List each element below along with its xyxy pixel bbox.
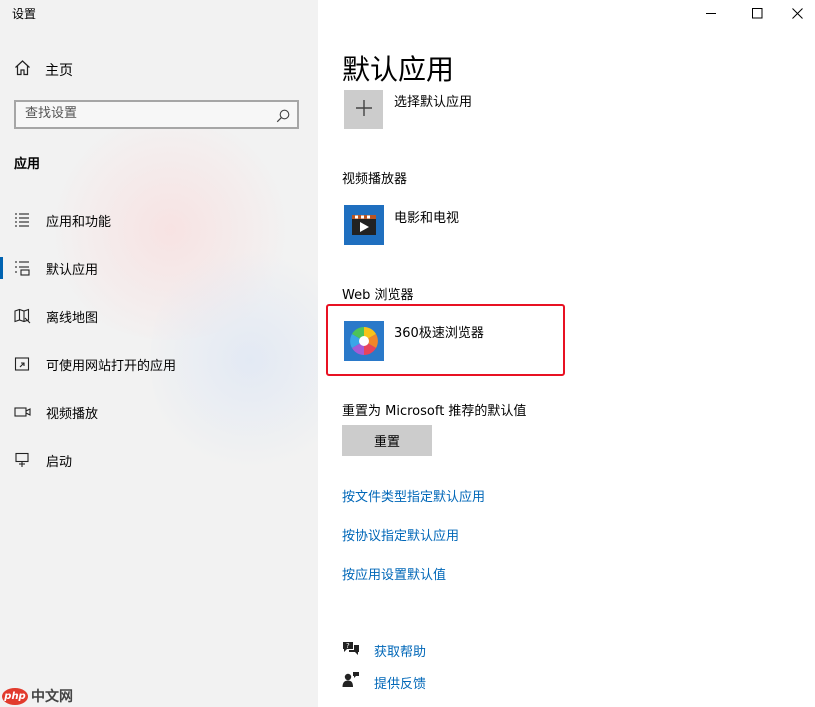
movies-tv-app-button[interactable]	[344, 205, 384, 245]
sidebar-item-startup[interactable]: 启动	[0, 438, 318, 482]
feedback-label[interactable]: 提供反馈	[374, 673, 426, 692]
home-label: 主页	[45, 62, 73, 79]
sidebar-home[interactable]: 主页	[14, 59, 73, 80]
reset-button[interactable]: 重置	[342, 425, 432, 456]
default-apps-icon	[12, 260, 32, 276]
sidebar-item-offline-maps[interactable]: 离线地图	[0, 294, 318, 338]
offline-maps-icon	[12, 308, 32, 324]
plus-icon	[355, 99, 373, 121]
sidebar: 设置 主页 应用 应用和功能 默认应用 离线地图 可使用网站打	[0, 0, 318, 707]
watermark-badge: php	[2, 687, 28, 705]
sidebar-item-label: 应用和功能	[46, 214, 112, 230]
minimize-button[interactable]	[688, 0, 734, 26]
watermark-text: 中文网	[31, 689, 73, 705]
page-title: 默认应用	[342, 53, 455, 86]
browser-app-button[interactable]	[344, 321, 384, 361]
feedback-icon	[342, 671, 360, 693]
window-title: 设置	[12, 7, 37, 21]
video-player-heading: 视频播放器	[342, 172, 408, 187]
sidebar-item-default-apps[interactable]: 默认应用	[0, 246, 318, 290]
get-help-link[interactable]: ? 获取帮助	[342, 640, 426, 661]
search-box[interactable]	[14, 100, 299, 129]
sidebar-item-video-playback[interactable]: 视频播放	[0, 390, 318, 434]
video-player-app-label[interactable]: 电影和电视	[394, 207, 459, 226]
close-icon	[792, 4, 803, 23]
web-browser-app-label[interactable]: 360极速浏览器	[394, 322, 484, 341]
sidebar-item-label: 启动	[46, 454, 73, 470]
sidebar-item-apps-features[interactable]: 应用和功能	[0, 198, 318, 242]
get-help-label[interactable]: 获取帮助	[374, 641, 426, 660]
link-app-defaults[interactable]: 按应用设置默认值	[342, 564, 446, 583]
get-help-icon: ?	[342, 640, 360, 661]
choose-default-app-label[interactable]: 选择默认应用	[394, 91, 472, 110]
search-input[interactable]	[25, 106, 265, 121]
home-icon	[14, 59, 31, 80]
sidebar-item-label: 可使用网站打开的应用	[46, 358, 177, 374]
startup-icon	[12, 452, 32, 468]
maximize-icon	[751, 4, 763, 23]
maximize-button[interactable]	[734, 0, 780, 26]
link-file-type-defaults[interactable]: 按文件类型指定默认应用	[342, 486, 485, 505]
search-icon[interactable]	[276, 108, 290, 127]
apps-for-websites-icon	[12, 356, 32, 372]
choose-default-app-button[interactable]	[344, 90, 383, 129]
movies-tv-icon	[344, 205, 384, 249]
reset-heading: 重置为 Microsoft 推荐的默认值	[342, 404, 527, 419]
feedback-link[interactable]: 提供反馈	[342, 671, 426, 693]
minimize-icon	[705, 4, 717, 23]
sidebar-item-label: 离线地图	[46, 310, 99, 326]
svg-text:?: ?	[346, 642, 350, 650]
sidebar-item-label: 默认应用	[46, 262, 99, 278]
apps-features-icon	[12, 212, 32, 228]
sidebar-item-label: 视频播放	[46, 406, 99, 422]
360-browser-icon	[344, 321, 384, 365]
close-button[interactable]	[780, 0, 815, 26]
link-protocol-defaults[interactable]: 按协议指定默认应用	[342, 525, 459, 544]
sidebar-section-title: 应用	[14, 157, 41, 172]
watermark: php 中文网	[2, 686, 73, 706]
video-playback-icon	[12, 405, 32, 419]
web-browser-heading: Web 浏览器	[342, 288, 414, 303]
sidebar-item-apps-for-websites[interactable]: 可使用网站打开的应用	[0, 342, 318, 386]
